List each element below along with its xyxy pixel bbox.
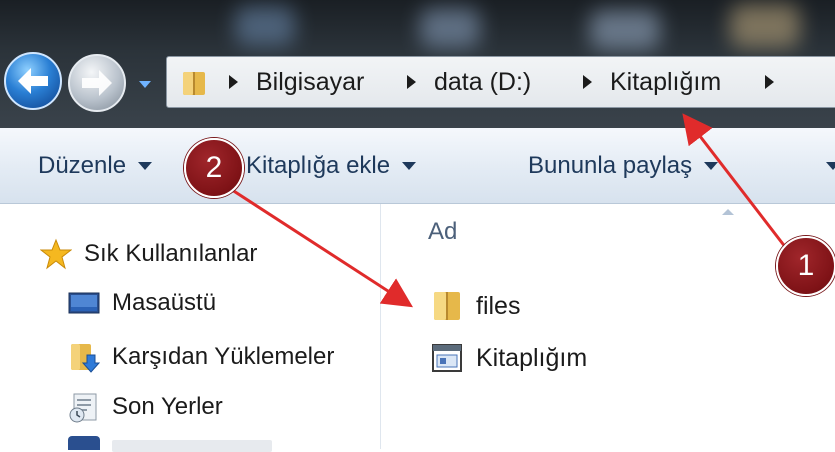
nav-item-favorites[interactable]: Sık Kullanılanlar [40,234,257,274]
back-button[interactable] [4,52,62,110]
chevron-down-icon [826,162,835,170]
recent-pages-dropdown-icon[interactable] [138,78,152,90]
star-icon [40,238,72,270]
file-name: Kitaplığım [476,343,588,372]
sort-ascending-icon [722,209,734,215]
blurred-background [590,10,660,50]
share-with-button[interactable]: Bununla paylaş [528,128,719,204]
breadcrumb-kitapligim[interactable]: Kitaplığım [583,57,721,107]
library-file-icon [432,344,462,372]
breadcrumb-subfolder-dropdown[interactable] [765,57,792,107]
address-input[interactable]: Bilgisayar data (D:) Kitaplığım [166,56,835,108]
folder-icon [434,292,460,320]
downloads-folder-icon [71,344,100,373]
navigation-pane: Sık Kullanılanlar Masaüstü Karşıdan Yükl… [0,204,380,452]
breadcrumb-separator-icon[interactable] [583,75,592,89]
breadcrumb-data-drive[interactable]: data (D:) [407,57,531,107]
folder-icon [183,72,205,95]
blurred-background [235,6,295,46]
annotation-badge-2: 2 [184,138,244,198]
annotation-badge-1: 1 [776,236,835,296]
blurred-background [420,8,480,48]
blurred-background [730,4,800,48]
chevron-down-icon [402,162,417,170]
nav-item-desktop[interactable]: Masaüstü [68,283,216,323]
nav-item-downloads[interactable]: Karşıdan Yüklemeler [68,337,334,377]
breadcrumb-separator-icon[interactable] [765,75,774,89]
include-in-library-button[interactable]: Kitaplığa ekle [246,128,417,204]
chevron-down-icon [704,162,719,170]
nav-item-recent-places[interactable]: Son Yerler [68,387,223,427]
breadcrumb-separator-icon[interactable] [407,75,416,89]
breadcrumb-separator-icon[interactable] [229,75,238,89]
forward-arrow-icon [82,70,112,96]
file-name: files [476,291,521,320]
list-item[interactable]: Kitaplığım [430,336,587,380]
forward-button[interactable] [68,54,126,112]
recent-places-icon [69,393,97,423]
address-bar-area: Bilgisayar data (D:) Kitaplığım [0,0,835,128]
more-commands-button[interactable] [826,128,835,204]
organize-button[interactable]: Düzenle [38,128,153,204]
chevron-down-icon [138,162,153,170]
back-arrow-icon [18,68,48,94]
desktop-icon [68,292,100,314]
column-header-name[interactable]: Ad [428,218,457,246]
list-item[interactable]: files [430,284,520,328]
breadcrumb-bilgisayar[interactable]: Bilgisayar [229,57,364,107]
command-bar: Düzenle Kitaplığa ekle Bununla paylaş [0,128,835,204]
nav-item-partial-label [112,440,272,452]
nav-item-partial-icon [68,436,100,450]
